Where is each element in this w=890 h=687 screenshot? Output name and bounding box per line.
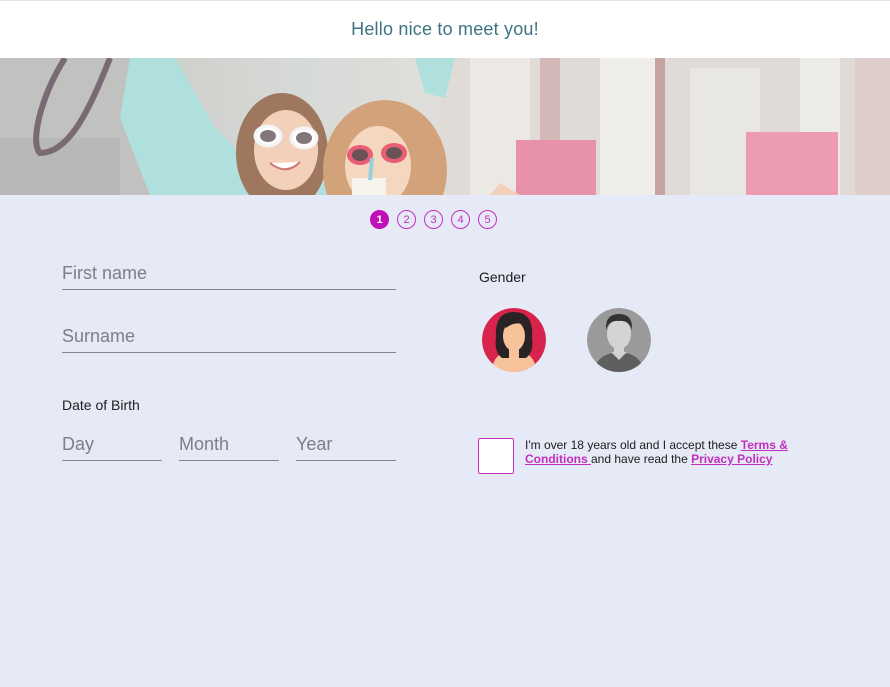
male-avatar-icon[interactable] bbox=[587, 308, 651, 372]
step-4[interactable]: 4 bbox=[451, 210, 470, 229]
surname-input[interactable] bbox=[62, 325, 396, 353]
day-input[interactable] bbox=[62, 433, 162, 461]
terms-checkbox[interactable] bbox=[478, 438, 514, 474]
consent-text-middle: and have read the bbox=[591, 452, 692, 466]
month-input[interactable] bbox=[179, 433, 279, 461]
page-title: Hello nice to meet you! bbox=[351, 19, 539, 39]
privacy-policy-link[interactable]: Privacy Policy bbox=[691, 452, 772, 466]
year-input[interactable] bbox=[296, 433, 396, 461]
consent-text-before: I'm over 18 years old and I accept these bbox=[525, 438, 741, 452]
step-1[interactable]: 1 bbox=[370, 210, 389, 229]
step-5[interactable]: 5 bbox=[478, 210, 497, 229]
female-avatar-icon[interactable] bbox=[482, 308, 546, 372]
page-header: Hello nice to meet you! bbox=[0, 1, 890, 58]
hero-photo-illustration bbox=[0, 58, 890, 195]
step-indicator: 1 2 3 4 5 bbox=[370, 210, 497, 229]
gender-label: Gender bbox=[479, 269, 526, 285]
terms-consent-text: I'm over 18 years old and I accept these… bbox=[525, 438, 825, 466]
date-of-birth-label: Date of Birth bbox=[62, 397, 140, 413]
first-name-input[interactable] bbox=[62, 262, 396, 290]
step-2[interactable]: 2 bbox=[397, 210, 416, 229]
hero-banner-image bbox=[0, 58, 890, 195]
step-3[interactable]: 3 bbox=[424, 210, 443, 229]
